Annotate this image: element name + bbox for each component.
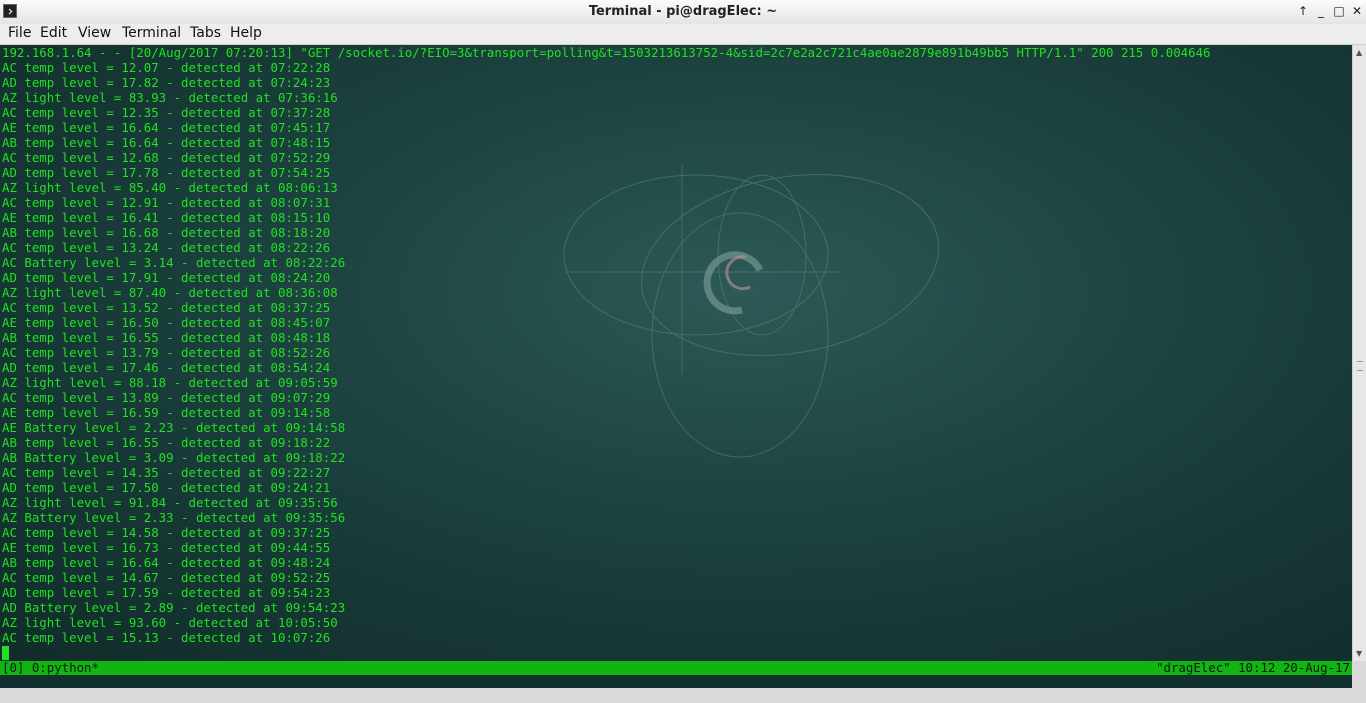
terminal-line: AE temp level = 16.64 - detected at 07:4…	[2, 120, 331, 135]
menu-bar: File Edit View Terminal Tabs Help	[0, 24, 1366, 45]
menu-file[interactable]: File	[8, 25, 31, 41]
minimize-button[interactable]: _	[1313, 3, 1329, 19]
terminal-line: AZ light level = 85.40 - detected at 08:…	[2, 180, 338, 195]
terminal-line: AC temp level = 13.89 - detected at 09:0…	[2, 390, 331, 405]
tmux-status-right: "dragElec" 10:12 20-Aug-17	[1156, 660, 1350, 675]
terminal-line: AZ light level = 83.93 - detected at 07:…	[2, 90, 338, 105]
terminal-line: AD temp level = 17.78 - detected at 07:5…	[2, 165, 331, 180]
terminal-line: AD temp level = 17.46 - detected at 08:5…	[2, 360, 331, 375]
menu-view[interactable]: View	[78, 25, 111, 41]
terminal-line: AC temp level = 12.91 - detected at 08:0…	[2, 195, 331, 210]
terminal-line: AE Battery level = 2.23 - detected at 09…	[2, 420, 346, 435]
menu-help[interactable]: Help	[230, 25, 262, 41]
terminal-line: AB temp level = 16.55 - detected at 08:4…	[2, 330, 331, 345]
tmux-window-list[interactable]: [0] 0:python*	[2, 661, 99, 675]
menu-tabs[interactable]: Tabs	[190, 25, 221, 41]
terminal-line: AC temp level = 15.13 - detected at 10:0…	[2, 630, 331, 645]
terminal-line: AC Battery level = 3.14 - detected at 08…	[2, 255, 346, 270]
terminal-line: AD temp level = 17.50 - detected at 09:2…	[2, 480, 331, 495]
terminal-line: AZ light level = 91.84 - detected at 09:…	[2, 495, 338, 510]
terminal-line: AZ Battery level = 2.33 - detected at 09…	[2, 510, 346, 525]
scroll-down-arrow-icon[interactable]: ▼	[1356, 649, 1362, 658]
terminal-line: AD temp level = 17.82 - detected at 07:2…	[2, 75, 331, 90]
terminal-bottom-area	[0, 675, 1352, 688]
terminal-line: AB Battery level = 3.09 - detected at 09…	[2, 450, 346, 465]
keep-above-button[interactable]: ↑	[1295, 3, 1311, 19]
terminal-line: AC temp level = 12.35 - detected at 07:3…	[2, 105, 331, 120]
terminal-line: AB temp level = 16.64 - detected at 09:4…	[2, 555, 331, 570]
vertical-scrollbar[interactable]: ▲ ▼	[1352, 45, 1366, 661]
terminal-output[interactable]: 192.168.1.64 - - [20/Aug/2017 07:20:13] …	[0, 45, 1352, 661]
terminal-line: AC temp level = 13.24 - detected at 08:2…	[2, 240, 331, 255]
terminal-line: AC temp level = 14.67 - detected at 09:5…	[2, 570, 331, 585]
terminal-cursor	[2, 646, 9, 660]
terminal-line: AZ light level = 88.18 - detected at 09:…	[2, 375, 338, 390]
terminal-line: AC temp level = 12.07 - detected at 07:2…	[2, 60, 331, 75]
terminal-line: AZ light level = 87.40 - detected at 08:…	[2, 285, 338, 300]
terminal-line: AB temp level = 16.68 - detected at 08:1…	[2, 225, 331, 240]
scrollbar-thumb[interactable]	[1357, 361, 1363, 371]
terminal-line: AE temp level = 16.50 - detected at 08:4…	[2, 315, 331, 330]
terminal-line: AC temp level = 14.35 - detected at 09:2…	[2, 465, 331, 480]
terminal-line: AD temp level = 17.91 - detected at 08:2…	[2, 270, 331, 285]
terminal-line: AE temp level = 16.73 - detected at 09:4…	[2, 540, 331, 555]
terminal-line: AC temp level = 12.68 - detected at 07:5…	[2, 150, 331, 165]
menu-terminal[interactable]: Terminal	[122, 25, 181, 41]
terminal-line: AB temp level = 16.55 - detected at 09:1…	[2, 435, 331, 450]
window-title: Terminal - pi@dragElec: ~	[588, 4, 778, 19]
menu-edit[interactable]: Edit	[40, 25, 67, 41]
terminal-line: AC temp level = 13.79 - detected at 08:5…	[2, 345, 331, 360]
terminal-line: AC temp level = 13.52 - detected at 08:3…	[2, 300, 331, 315]
terminal-line: AB temp level = 16.64 - detected at 07:4…	[2, 135, 331, 150]
terminal-line: AC temp level = 14.58 - detected at 09:3…	[2, 525, 331, 540]
terminal-line: AD temp level = 17.59 - detected at 09:5…	[2, 585, 331, 600]
close-button[interactable]: ✕	[1349, 3, 1365, 19]
scroll-up-arrow-icon[interactable]: ▲	[1356, 48, 1362, 57]
terminal-lines: 192.168.1.64 - - [20/Aug/2017 07:20:13] …	[2, 45, 1211, 645]
terminal-line: AE temp level = 16.59 - detected at 09:1…	[2, 405, 331, 420]
terminal-line: 192.168.1.64 - - [20/Aug/2017 07:20:13] …	[2, 45, 1211, 60]
terminal-line: AZ light level = 93.60 - detected at 10:…	[2, 615, 338, 630]
window-titlebar[interactable]: Terminal - pi@dragElec: ~ ↑ _ □ ✕	[0, 0, 1366, 25]
terminal-line: AD Battery level = 2.89 - detected at 09…	[2, 600, 346, 615]
tmux-status-bar: [0] 0:python* "dragElec" 10:12 20-Aug-17	[0, 661, 1352, 675]
terminal-line: AE temp level = 16.41 - detected at 08:1…	[2, 210, 331, 225]
maximize-button[interactable]: □	[1331, 3, 1347, 19]
